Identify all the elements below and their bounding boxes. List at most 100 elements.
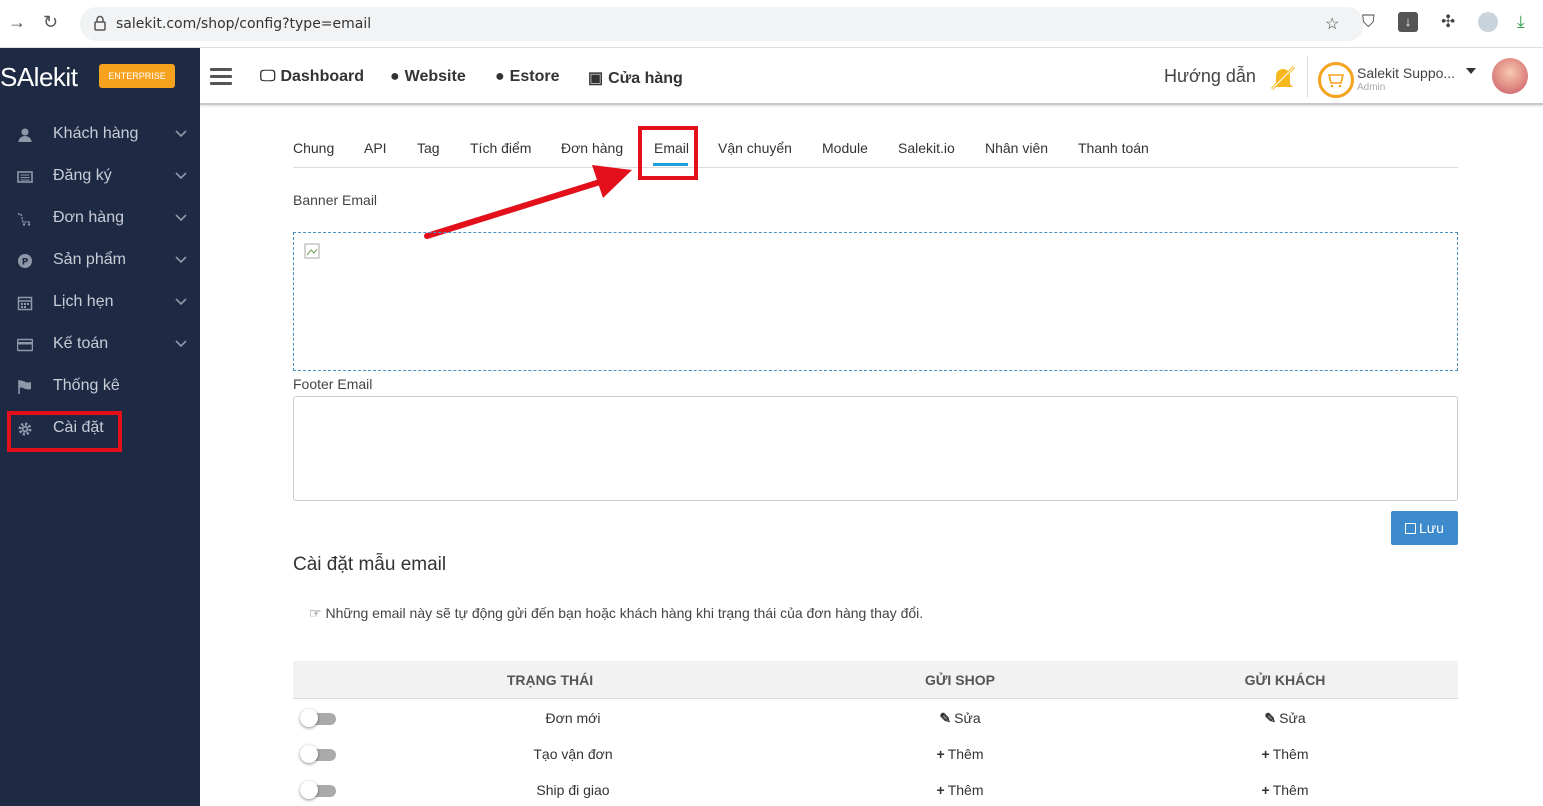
toggle-knob <box>300 781 318 799</box>
bell-off-icon[interactable] <box>1268 64 1298 92</box>
reload-icon[interactable]: ↻ <box>43 12 58 33</box>
tab-9[interactable]: Salekit.io <box>898 140 955 156</box>
chevron-down-icon <box>175 340 187 348</box>
customer-action[interactable]: ✎ Sửa <box>1264 710 1305 727</box>
customer-action[interactable]: + Thêm <box>1262 782 1309 798</box>
plus-icon: + <box>1261 746 1270 762</box>
edit-icon: ✎ <box>939 710 952 726</box>
chevron-down-icon <box>175 172 187 180</box>
credit-card-icon <box>16 337 34 353</box>
plus-icon: + <box>936 746 945 762</box>
tab-2[interactable]: API <box>364 140 387 156</box>
email-tab-highlight-box <box>638 126 698 180</box>
toggle-knob <box>300 745 318 763</box>
calendar-icon <box>17 295 33 311</box>
forward-arrow-icon[interactable]: → <box>8 12 26 33</box>
column-send-shop: GỬI SHOP <box>925 672 995 688</box>
shop-action[interactable]: ✎ Sửa <box>939 710 980 727</box>
svg-text:P: P <box>22 258 29 268</box>
column-status: TRẠNG THÁI <box>506 672 594 688</box>
table-row: Tạo vận đơn + Thêm + Thêm <box>293 736 1458 772</box>
footer-email-label: Footer Email <box>293 376 373 392</box>
puzzle-icon[interactable]: ✣ <box>1441 12 1455 32</box>
tab-11[interactable]: Thanh toán <box>1078 140 1149 156</box>
enterprise-badge: ENTERPRISE <box>99 64 175 88</box>
tab-4[interactable]: Tích điểm <box>470 140 531 156</box>
column-send-customer: GỬI KHÁCH <box>1244 672 1326 688</box>
user-role: Admin <box>1357 82 1386 93</box>
nav-website[interactable]: ● Website <box>390 68 466 86</box>
shop-action[interactable]: + Thêm <box>937 782 984 798</box>
tab-1[interactable]: Chung <box>293 140 334 156</box>
sidebar-item-6[interactable]: Kế toán <box>0 325 200 367</box>
sidebar-item-2[interactable]: Đăng ký <box>0 157 200 199</box>
nav-store[interactable]: ▣ Cửa hàng <box>588 68 683 88</box>
cart-icon <box>17 211 33 227</box>
tab-8[interactable]: Module <box>822 140 868 156</box>
shop-action[interactable]: + Thêm <box>937 746 984 762</box>
tab-7[interactable]: Vận chuyển <box>718 140 792 156</box>
plus-icon: + <box>1261 782 1270 798</box>
sidebar-item-7[interactable]: Thống kê <box>0 367 200 409</box>
settings-highlight-box <box>7 411 122 452</box>
header-divider <box>1307 56 1308 98</box>
settings-tabs <box>293 128 1458 168</box>
store-icon: ▣ <box>588 70 604 87</box>
sidebar-item-4[interactable]: P Sản phẩm <box>0 241 200 283</box>
email-templates-title: Cài đặt mẫu email <box>293 554 447 575</box>
edit-icon: ✎ <box>1264 710 1277 726</box>
sidebar-item-5[interactable]: Lịch hẹn <box>0 283 200 325</box>
sidebar-item-1[interactable]: Khách hàng <box>0 115 200 157</box>
product-icon: P <box>17 253 33 269</box>
globe-icon: ● <box>495 68 505 85</box>
logo[interactable]: SAlekit <box>0 62 78 93</box>
sidebar-item-3[interactable]: Đơn hàng <box>0 199 200 241</box>
sidebar-item-label: Kế toán <box>53 335 109 352</box>
lock-icon <box>94 15 106 31</box>
sidebar-item-label: Lịch hẹn <box>53 293 114 310</box>
download-icon[interactable]: ⤓ <box>1517 12 1525 32</box>
status-toggle[interactable] <box>300 745 336 763</box>
footer-email-textarea[interactable] <box>293 396 1458 501</box>
user-name[interactable]: Salekit Suppo... <box>1357 65 1455 81</box>
broken-image-icon <box>304 243 320 259</box>
status-label: Ship đi giao <box>536 782 610 798</box>
profile-icon[interactable] <box>1478 12 1498 32</box>
url-text: salekit.com/shop/config?type=email <box>116 16 372 32</box>
customer-action-label: Sửa <box>1279 710 1306 726</box>
star-icon[interactable]: ☆ <box>1325 14 1339 34</box>
nav-estore[interactable]: ● Estore <box>495 68 559 86</box>
tab-3[interactable]: Tag <box>417 140 440 156</box>
chevron-down-icon <box>175 130 187 138</box>
shop-logo-avatar[interactable] <box>1318 62 1354 98</box>
shield-icon[interactable]: ⛉ <box>1362 12 1375 32</box>
customer-action[interactable]: + Thêm <box>1262 746 1309 762</box>
sidebar-item-label: Sản phẩm <box>53 251 126 268</box>
hand-pointer-icon: ☞ <box>309 605 326 621</box>
address-bar[interactable]: salekit.com/shop/config?type=email ☆ <box>80 7 1364 41</box>
tab-10[interactable]: Nhân viên <box>985 140 1048 156</box>
list-icon <box>17 169 33 185</box>
save-button[interactable]: Lưu <box>1391 511 1458 545</box>
customer-action-label: Thêm <box>1272 782 1309 798</box>
caret-down-icon[interactable] <box>1466 68 1476 74</box>
nav-dashboard[interactable]: 🖵 Dashboard <box>260 68 364 86</box>
help-link[interactable]: Hướng dẫn <box>1164 66 1256 87</box>
avatar[interactable] <box>1492 58 1528 94</box>
hamburger-menu-icon[interactable] <box>210 68 232 86</box>
sidebar-item-label: Đăng ký <box>53 167 112 184</box>
shop-action-label: Sửa <box>954 710 981 726</box>
chevron-down-icon <box>175 256 187 264</box>
tab-5[interactable]: Đơn hàng <box>561 140 623 156</box>
status-toggle[interactable] <box>300 709 336 727</box>
status-toggle[interactable] <box>300 781 336 799</box>
toggle-knob <box>300 709 318 727</box>
user-icon <box>17 127 33 143</box>
download-box-icon[interactable]: ↓ <box>1398 12 1418 32</box>
banner-image-dropzone[interactable] <box>293 232 1458 371</box>
templates-table-header: TRẠNG THÁI GỬI SHOP GỬI KHÁCH <box>293 661 1458 699</box>
save-icon <box>1405 523 1417 534</box>
plus-icon: + <box>936 782 945 798</box>
globe-icon: ● <box>390 68 400 85</box>
cart-icon <box>1327 74 1345 88</box>
